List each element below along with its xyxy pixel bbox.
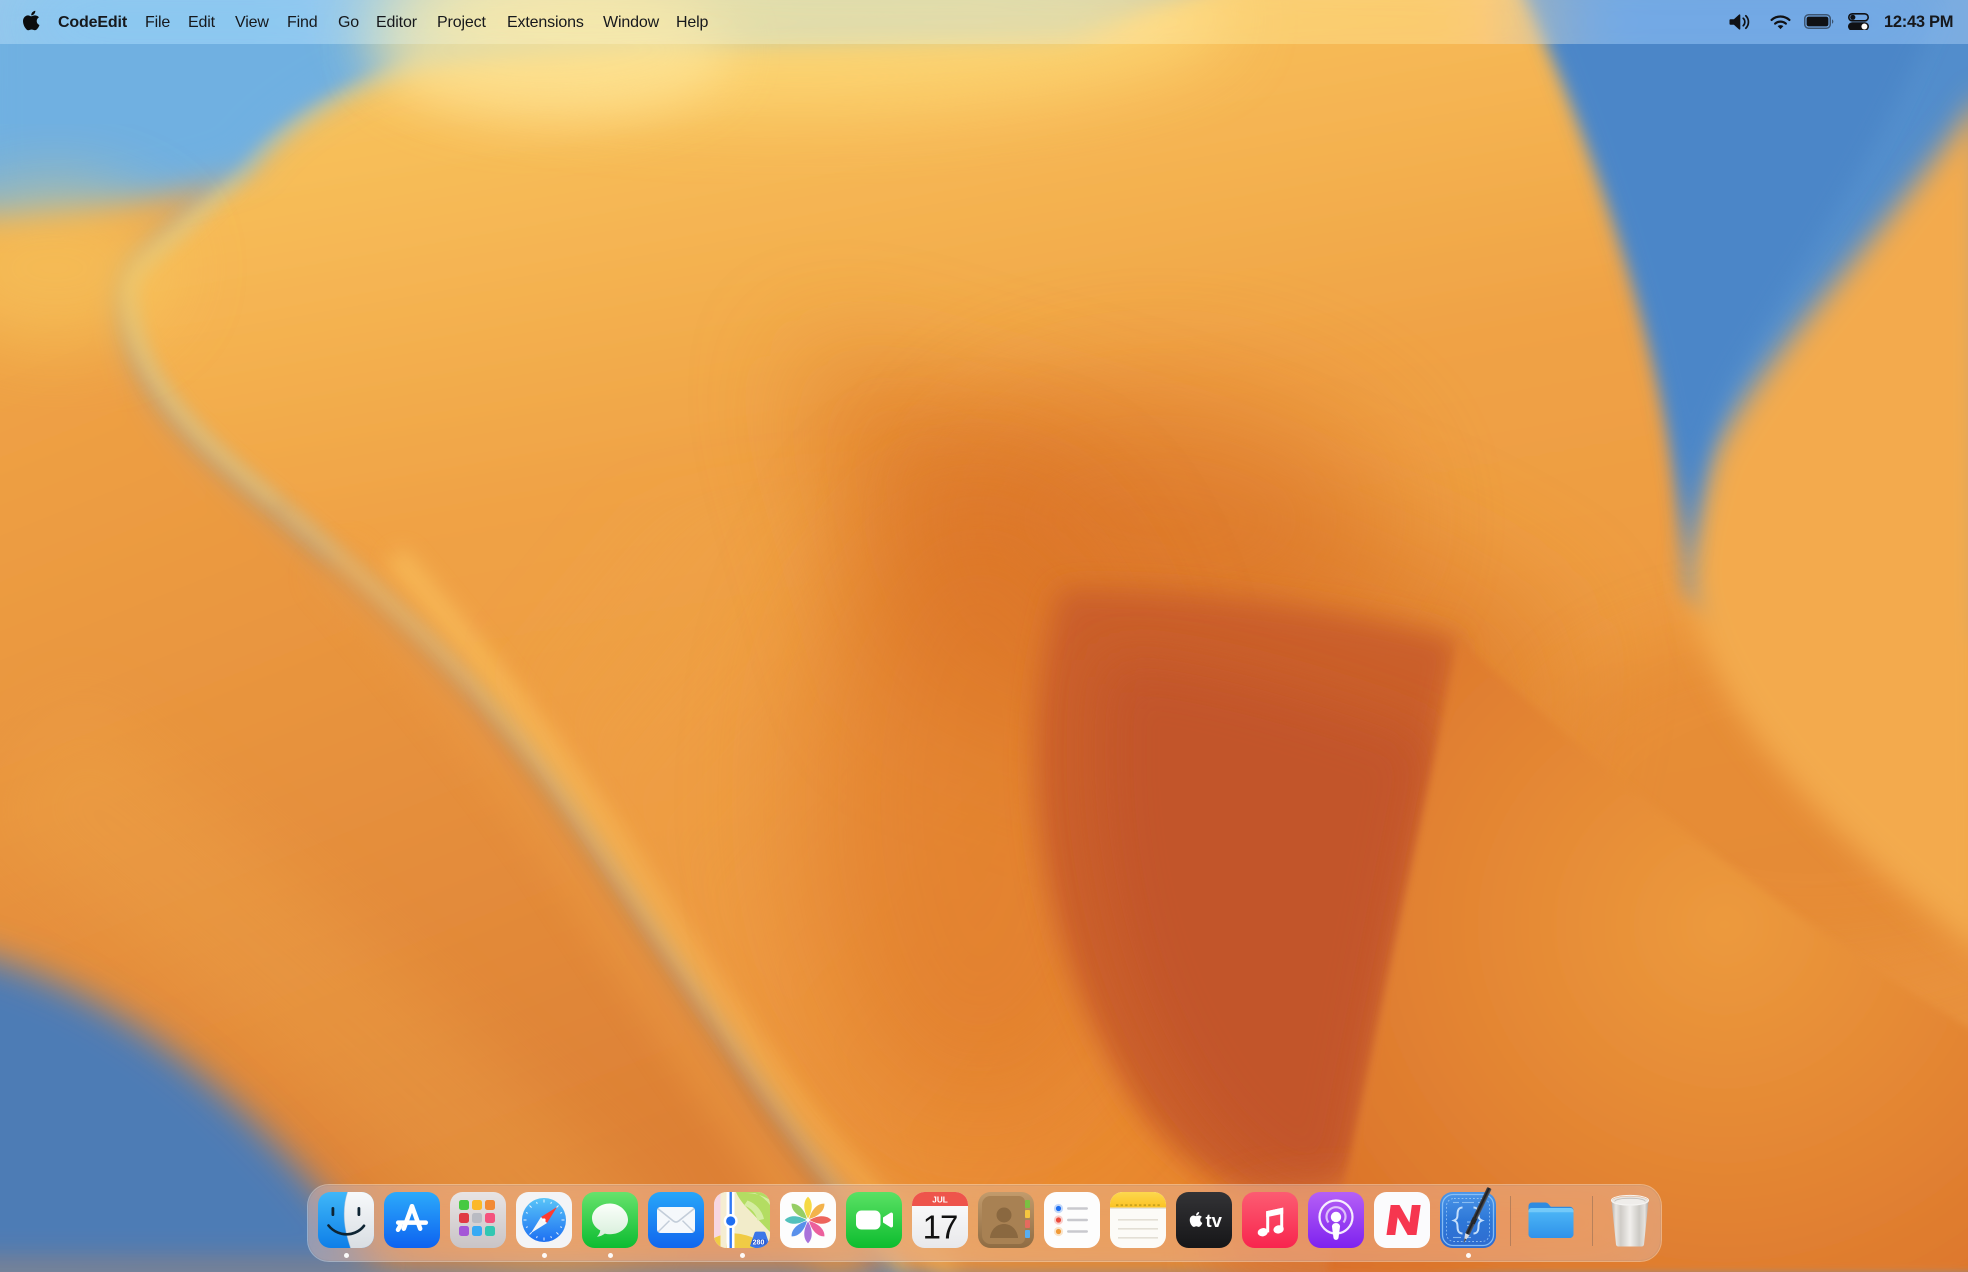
svg-text:17: 17 — [923, 1209, 958, 1246]
svg-text:JUL: JUL — [932, 1196, 947, 1205]
svg-text:280: 280 — [753, 1240, 765, 1247]
svg-text:tv: tv — [1206, 1210, 1223, 1231]
